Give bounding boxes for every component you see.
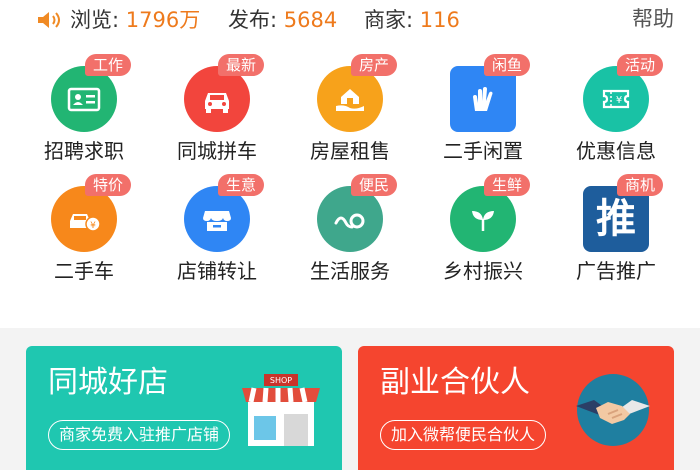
sprout-icon	[472, 211, 494, 231]
svg-text:¥: ¥	[616, 95, 622, 106]
category-badge: 活动	[617, 54, 663, 76]
category-rural[interactable]: 生鲜 乡村振兴	[428, 172, 538, 283]
speaker-icon	[38, 12, 60, 28]
category-badge: 特价	[85, 174, 131, 196]
category-label: 广告推广	[576, 259, 656, 283]
shop-front-icon: SHOP	[242, 374, 320, 446]
category-badge: 房产	[351, 54, 397, 76]
shop-sign-text: SHOP	[270, 376, 292, 385]
handshake-icon	[576, 374, 650, 446]
category-badge: 便民	[351, 174, 397, 196]
wave-icon	[334, 213, 365, 229]
promo-title: 同城好店	[48, 365, 168, 400]
views-stat: 浏览: 1796万	[70, 5, 200, 35]
posts-label: 发布:	[228, 8, 278, 32]
car-icon	[205, 93, 229, 113]
car-price-icon: ¥	[70, 214, 101, 232]
promo-title: 副业合伙人	[380, 365, 530, 400]
category-label: 同城拼车	[177, 139, 257, 163]
house-hand-icon	[336, 89, 364, 111]
category-life-services[interactable]: 便民 生活服务	[295, 172, 405, 283]
shop-icon	[203, 211, 231, 231]
category-label: 二手闲置	[443, 139, 523, 163]
svg-text:¥: ¥	[90, 221, 96, 231]
views-value: 1796万	[125, 8, 201, 32]
category-shop-transfer[interactable]: 生意 店铺转让	[162, 172, 272, 283]
category-label: 二手车	[54, 259, 114, 283]
category-label: 生活服务	[310, 259, 390, 283]
tui-icon: 推	[596, 196, 636, 242]
views-label: 浏览:	[70, 8, 120, 32]
promo-join-partner-button[interactable]: 加入微帮便民合伙人	[380, 420, 547, 450]
category-recruitment[interactable]: 工作 招聘求职	[29, 52, 139, 163]
category-label: 招聘求职	[44, 139, 124, 163]
hand-icon	[473, 87, 493, 111]
merchants-label: 商家:	[364, 8, 414, 32]
coupon-icon: ¥	[602, 89, 630, 109]
help-link[interactable]: 帮助	[632, 4, 674, 34]
category-badge: 商机	[617, 174, 663, 196]
merchants-stat: 商家: 116	[364, 5, 460, 35]
promo-partner[interactable]: 副业合伙人 加入微帮便民合伙人	[358, 346, 674, 470]
category-badge: 工作	[85, 54, 131, 76]
posts-stat: 发布: 5684	[228, 5, 337, 35]
stats-bar: 浏览: 1796万 发布: 5684 商家: 116 帮助	[0, 0, 700, 40]
promo-good-shops[interactable]: 同城好店 商家免费入驻推广店铺 SHOP	[26, 346, 342, 470]
merchants-value: 116	[419, 8, 460, 32]
promo-join-shops-button[interactable]: 商家免费入驻推广店铺	[48, 420, 231, 450]
category-badge: 生鲜	[484, 174, 530, 196]
category-deals[interactable]: ¥ 活动 优惠信息	[561, 52, 671, 163]
category-advertising[interactable]: 推 商机 广告推广	[561, 172, 671, 283]
category-badge: 生意	[218, 174, 264, 196]
category-carpool[interactable]: 最新 同城拼车	[162, 52, 272, 163]
category-secondhand[interactable]: 闲鱼 二手闲置	[428, 52, 538, 163]
category-label: 房屋租售	[310, 139, 390, 163]
category-label: 乡村振兴	[443, 259, 523, 283]
category-housing[interactable]: 房产 房屋租售	[295, 52, 405, 163]
posts-value: 5684	[283, 8, 338, 32]
category-badge: 闲鱼	[484, 54, 530, 76]
category-used-cars[interactable]: ¥ 特价 二手车	[29, 172, 139, 283]
category-badge: 最新	[218, 54, 264, 76]
category-label: 优惠信息	[576, 139, 656, 163]
id-card-icon	[67, 87, 101, 112]
category-label: 店铺转让	[177, 259, 257, 283]
